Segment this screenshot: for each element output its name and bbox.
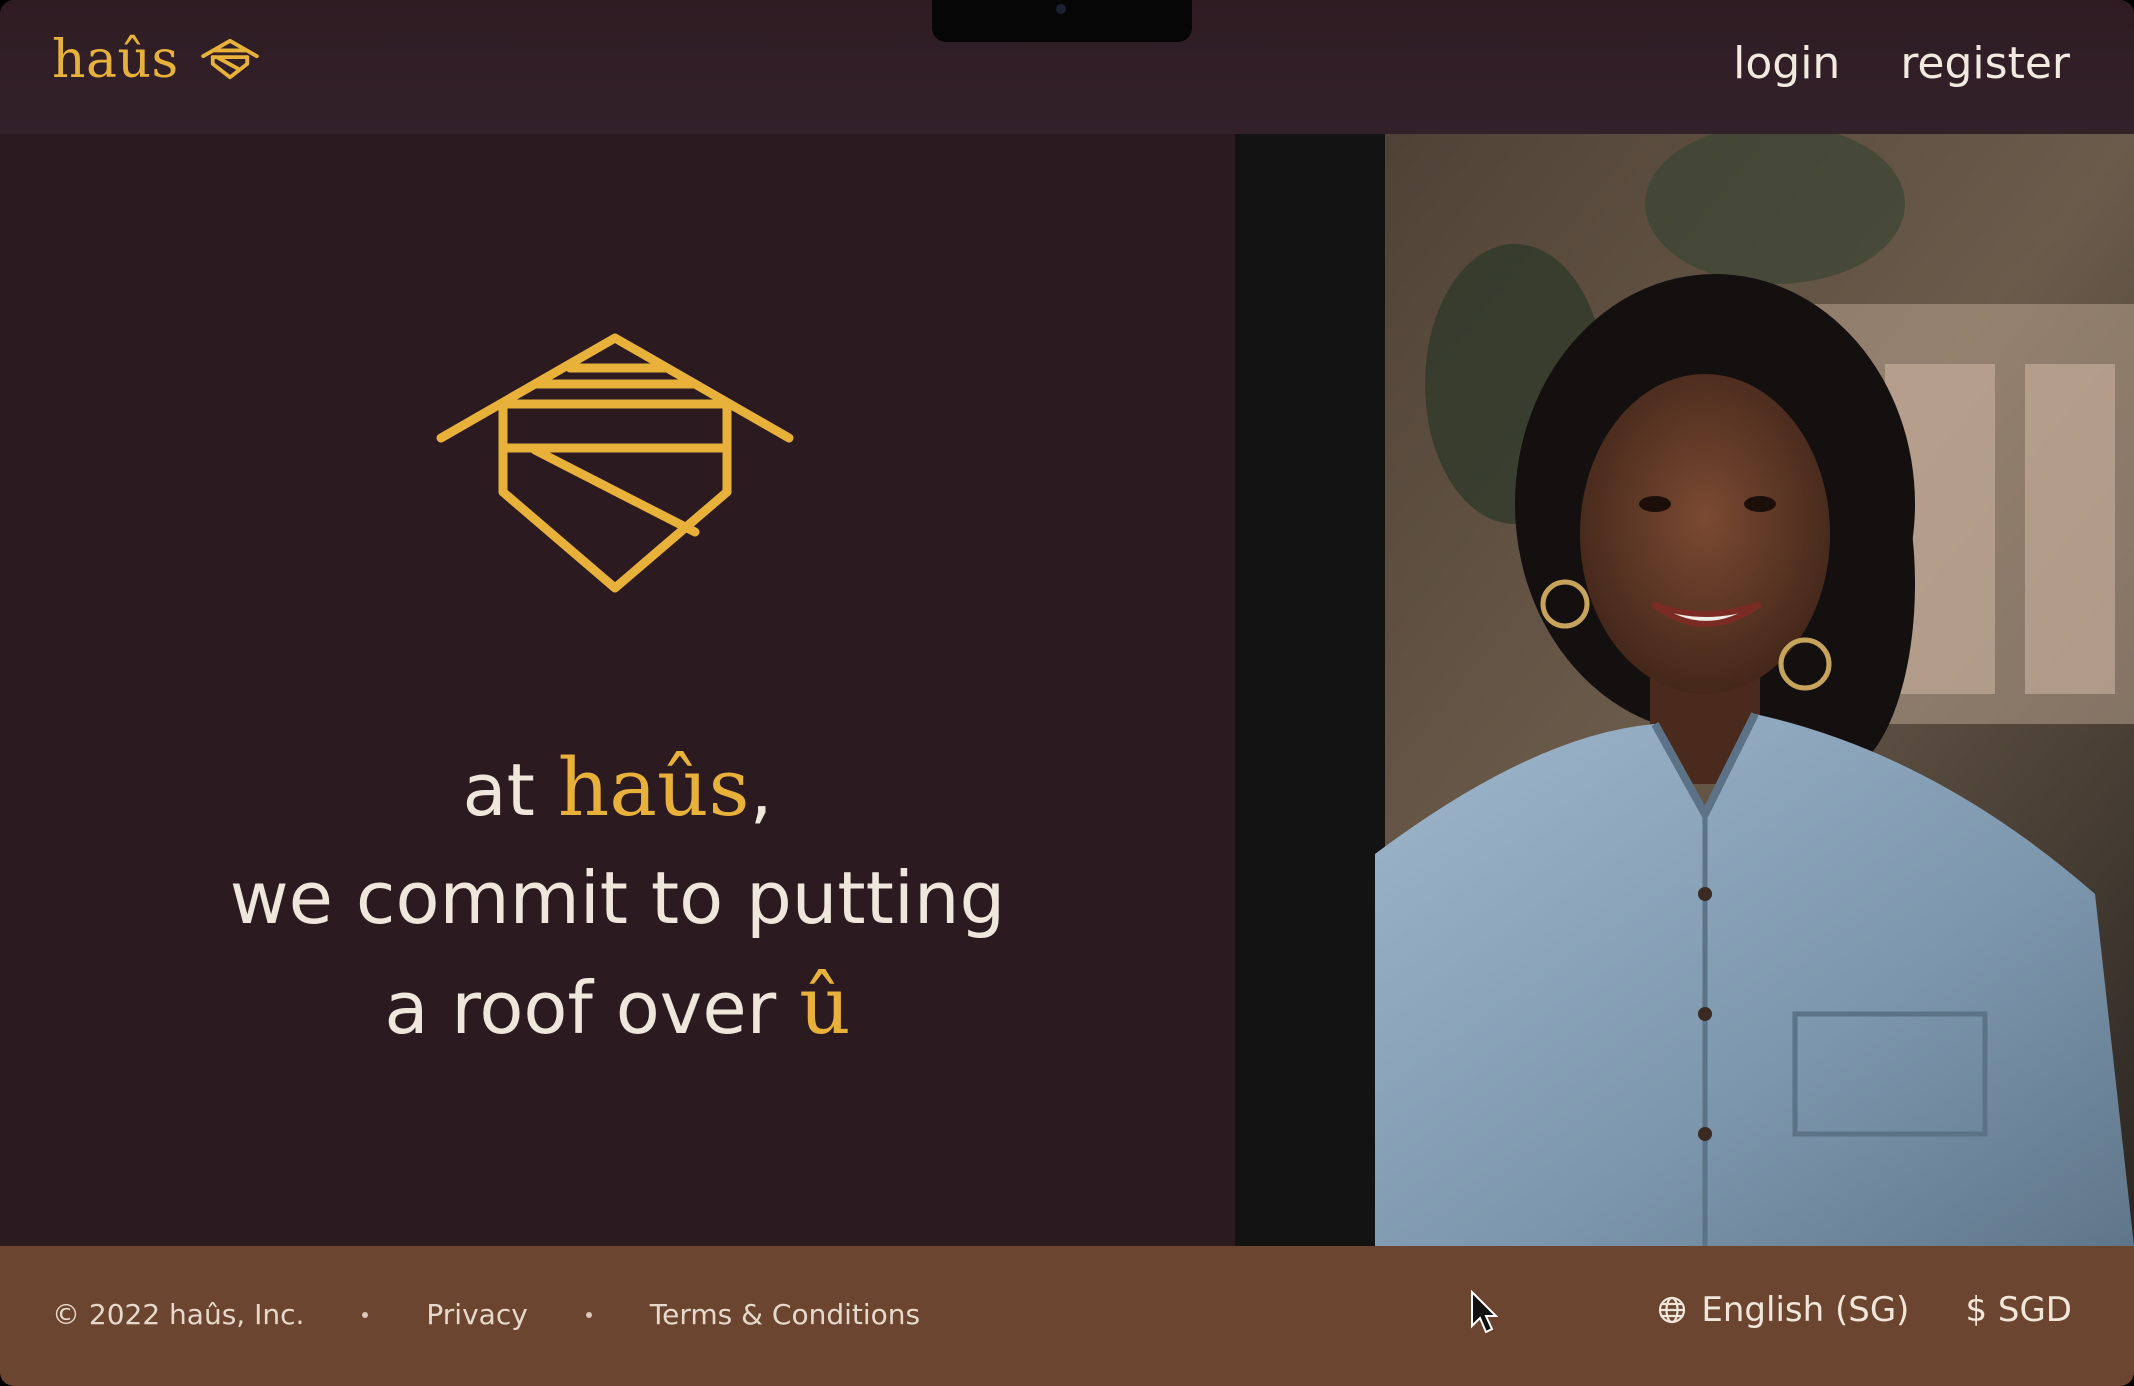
tagline-line-1: at haûs, — [0, 734, 1235, 844]
tagline-prefix: at — [462, 748, 535, 832]
house-emblem-icon — [436, 333, 794, 593]
smiling-woman-photo — [1235, 134, 2134, 1246]
tagline-accent-u: û — [799, 959, 851, 1052]
tagline-line-2: we commit to putting — [229, 856, 1006, 940]
brand-home-link[interactable]: haûs — [52, 30, 259, 90]
camera-notch — [932, 0, 1192, 42]
camera-dot — [1056, 4, 1066, 14]
hero-tagline: at haûs, we commit to putting a roof ove… — [0, 734, 1235, 1062]
top-navbar: haûs login register — [0, 0, 2134, 134]
separator-dot — [585, 1311, 592, 1318]
brand-name: haûs — [52, 30, 179, 90]
login-link[interactable]: login — [1733, 38, 1840, 89]
currency-selector[interactable]: $ SGD — [1965, 1290, 2072, 1330]
hero-text-panel: at haûs, we commit to putting a roof ove… — [0, 134, 1235, 1246]
language-selector[interactable]: English (SG) — [1657, 1290, 1909, 1330]
tagline-comma: , — [749, 748, 773, 832]
auth-nav: login register — [1733, 38, 2070, 89]
mouse-pointer-icon — [1471, 1290, 1498, 1334]
language-label: English (SG) — [1701, 1290, 1910, 1330]
copyright-text: © 2022 haûs, Inc. — [52, 1298, 305, 1331]
hero-photo — [1235, 134, 2134, 1246]
site-footer: © 2022 haûs, Inc. Privacy Terms & Condit… — [0, 1246, 2134, 1386]
app-window: haûs login register at haûs, we commit t… — [0, 0, 2134, 1386]
locale-settings: English (SG) $ SGD — [1657, 1290, 2072, 1330]
register-link[interactable]: register — [1900, 38, 2070, 89]
separator-dot — [362, 1311, 369, 1318]
terms-link[interactable]: Terms & Conditions — [650, 1298, 920, 1331]
tagline-brand: haûs — [557, 741, 750, 834]
tagline-line-3-text: a roof over — [384, 966, 777, 1050]
privacy-link[interactable]: Privacy — [426, 1298, 527, 1331]
globe-icon — [1659, 1296, 1686, 1324]
house-logo-icon — [200, 38, 259, 80]
tagline-line-3: a roof over û — [0, 952, 1235, 1062]
footer-links: © 2022 haûs, Inc. Privacy Terms & Condit… — [52, 1298, 920, 1331]
